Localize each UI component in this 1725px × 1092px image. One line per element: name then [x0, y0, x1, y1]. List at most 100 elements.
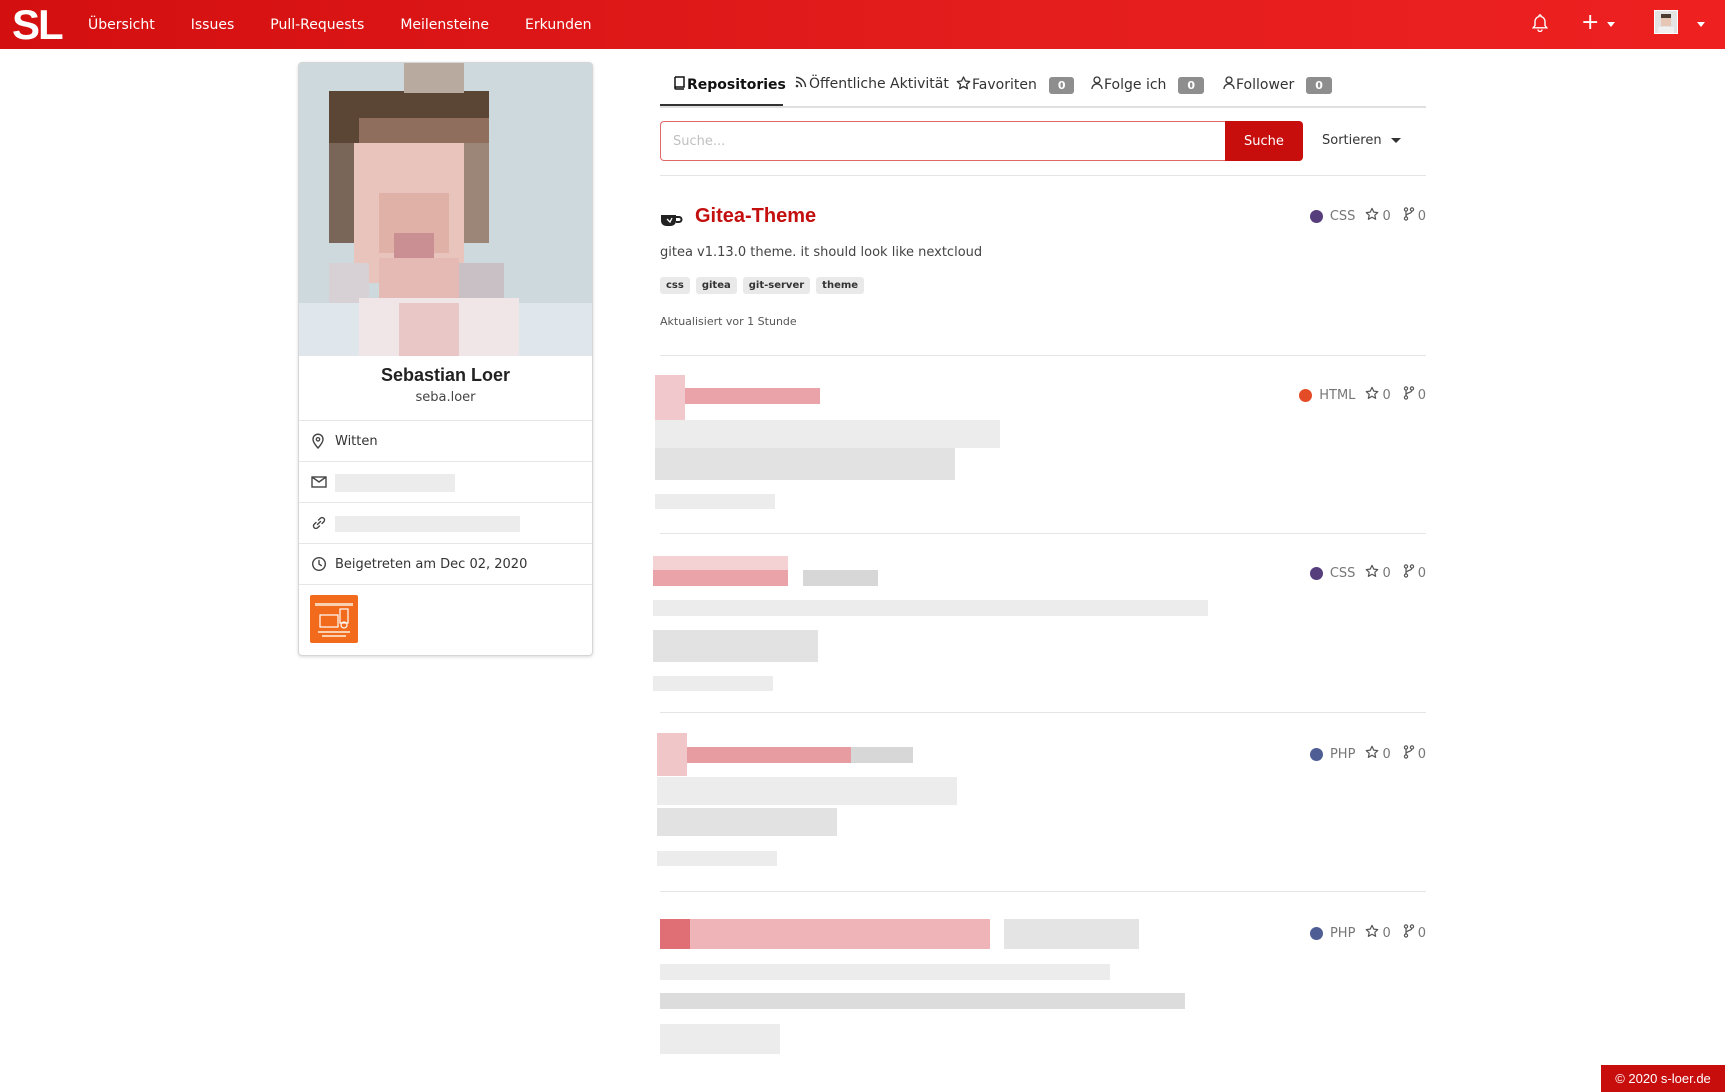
redacted-repo-description — [660, 993, 1185, 1009]
tab-stars-label: Favoriten — [972, 77, 1037, 93]
topic-badge[interactable]: theme — [816, 277, 865, 294]
redacted-repo-name — [660, 919, 690, 949]
repo-language: PHP — [1329, 925, 1356, 941]
profile-website-row — [299, 502, 592, 544]
sort-label: Sortieren — [1322, 133, 1382, 148]
profile-location: Witten — [335, 434, 378, 449]
avatar-pixel — [459, 263, 504, 303]
language-color-dot — [1299, 388, 1313, 402]
profile-joined-row: Beigetreten am Dec 02, 2020 — [299, 543, 592, 585]
sort-dropdown[interactable]: Sortieren — [1322, 133, 1401, 148]
redacted-website[interactable] — [335, 516, 520, 532]
search-button[interactable]: Suche — [1225, 121, 1303, 161]
repo-forks-count: 0 — [1417, 208, 1426, 224]
tab-following[interactable]: Folge ich 0 — [1091, 76, 1205, 94]
divider — [660, 355, 1426, 356]
redacted-repo-name[interactable] — [657, 747, 857, 763]
redacted-repo-name[interactable] — [653, 570, 788, 586]
repo-meta: CSS 0 0 — [1309, 207, 1426, 225]
followers-count-badge: 0 — [1306, 76, 1332, 94]
copyright-footer[interactable]: © 2020 s-loer.de — [1601, 1065, 1725, 1092]
divider — [660, 533, 1426, 534]
redacted-updated-time — [653, 676, 773, 691]
repo-name-link[interactable]: Gitea-Theme — [695, 205, 816, 228]
avatar-pixel — [399, 303, 459, 356]
redacted-repo-name — [653, 556, 788, 570]
repo-topics: css gitea git-server theme — [660, 277, 870, 294]
redacted-repo-name — [655, 375, 685, 420]
redacted-repo-name[interactable] — [660, 919, 990, 949]
star-icon — [1365, 386, 1379, 404]
repo-search-input[interactable] — [660, 121, 1225, 161]
tab-followers[interactable]: Follower 0 — [1223, 76, 1332, 94]
fork-icon — [1403, 386, 1415, 404]
redacted-repo-description — [657, 808, 837, 836]
nav-item-issues[interactable]: Issues — [191, 17, 235, 33]
repo-meta: HTML 0 0 — [1299, 386, 1426, 404]
star-icon — [956, 76, 971, 94]
profile-avatar — [299, 63, 592, 356]
divider — [660, 891, 1426, 892]
redacted-repo-description — [655, 420, 1000, 448]
topic-badge[interactable]: gitea — [695, 277, 737, 294]
repo-language: HTML — [1319, 387, 1356, 403]
chevron-down-icon — [1390, 138, 1401, 143]
redacted-repo-description — [653, 630, 818, 662]
user-menu-chevron-down-icon[interactable] — [1697, 22, 1705, 27]
redacted-email — [335, 474, 455, 492]
redacted-repo-name — [657, 733, 687, 776]
repo-search-form: Suche — [660, 121, 1303, 161]
profile-tabs: Repositories Öffentliche Aktivität Favor… — [660, 70, 1426, 108]
repo-stars-count: 0 — [1382, 565, 1391, 581]
stars-count-badge: 0 — [1048, 76, 1075, 94]
language-color-dot — [1309, 747, 1323, 761]
repo-forks-count: 0 — [1417, 746, 1426, 762]
tab-repositories-label: Repositories — [687, 77, 786, 93]
tab-stars[interactable]: Favoriten 0 — [956, 76, 1075, 94]
repo-language: CSS — [1329, 565, 1356, 581]
organization-avatar[interactable] — [310, 595, 358, 643]
clock-icon — [311, 556, 327, 576]
tab-following-label: Folge ich — [1104, 77, 1167, 93]
repo-forks-count: 0 — [1417, 925, 1426, 941]
redacted-repo-description — [660, 964, 1110, 980]
user-avatar[interactable] — [1654, 10, 1678, 34]
nav-item-pull-requests[interactable]: Pull-Requests — [270, 17, 364, 33]
site-logo[interactable]: SL — [12, 2, 64, 47]
divider — [660, 712, 1426, 713]
notifications-bell-icon[interactable] — [1531, 14, 1549, 36]
profile-card: Sebastian Loer seba.loer Witten Beigetre… — [298, 62, 593, 656]
redacted-repo-description — [657, 777, 957, 805]
redacted-repo-description — [653, 600, 1208, 616]
tab-repositories[interactable]: Repositories — [673, 76, 786, 94]
fork-icon — [1403, 207, 1415, 225]
tab-public-activity[interactable]: Öffentliche Aktivität — [795, 76, 949, 92]
topic-badge[interactable]: css — [660, 277, 690, 294]
avatar-pixel — [379, 258, 459, 303]
nav-item-explore[interactable]: Erkunden — [525, 17, 591, 33]
repo-description: gitea v1.13.0 theme. it should look like… — [660, 245, 983, 260]
profile-username: seba.loer — [415, 390, 476, 405]
mail-icon — [311, 474, 327, 493]
redacted-updated-time — [657, 851, 777, 866]
language-color-dot — [1309, 926, 1323, 940]
topic-badge[interactable]: git-server — [742, 277, 811, 294]
create-dropdown-chevron-down-icon[interactable] — [1607, 22, 1615, 27]
repo-meta: PHP 0 0 — [1309, 924, 1426, 942]
profile-full-name: Sebastian Loer — [380, 365, 511, 385]
repo-stars-count: 0 — [1382, 208, 1391, 224]
repo-forks-count: 0 — [1417, 565, 1426, 581]
repo-meta: CSS 0 0 — [1309, 564, 1426, 582]
tab-public-activity-label: Öffentliche Aktivität — [809, 76, 949, 92]
star-icon — [1365, 745, 1379, 763]
avatar-pixel — [394, 233, 434, 258]
divider — [660, 175, 1426, 176]
nav-item-overview[interactable]: Übersicht — [88, 17, 155, 33]
redacted-repo-name — [1004, 919, 1139, 949]
repo-language: PHP — [1329, 746, 1356, 762]
person-icon — [1091, 76, 1103, 94]
nav-item-milestones[interactable]: Meilensteine — [400, 17, 489, 33]
star-icon — [1365, 207, 1379, 225]
create-new-plus-icon[interactable]: + — [1581, 11, 1599, 35]
repo-stars-count: 0 — [1382, 925, 1391, 941]
